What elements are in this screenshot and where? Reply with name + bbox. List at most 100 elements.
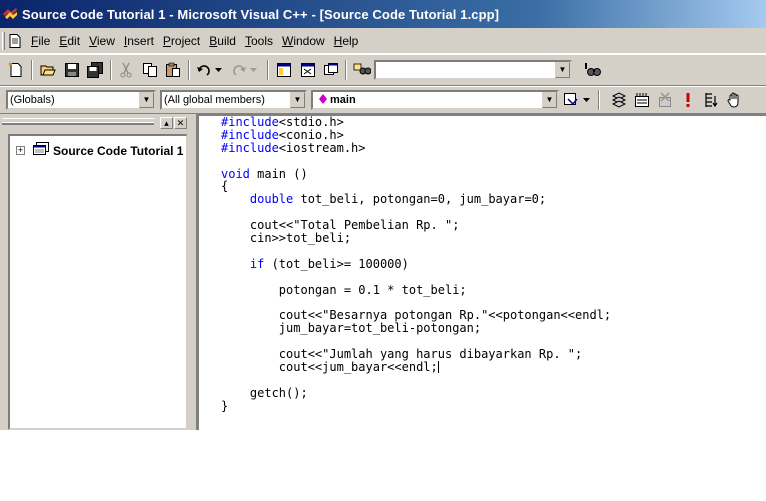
code-line[interactable]: getch();	[221, 385, 611, 400]
workspace-restore-button[interactable]: ▴	[160, 117, 173, 129]
code-keyword: if	[249, 256, 265, 271]
class-scope-value: (Globals)	[10, 94, 55, 106]
menu-tools[interactable]: Tools	[241, 32, 277, 50]
blank-area	[0, 430, 766, 501]
toolbar-separator	[598, 90, 600, 110]
class-scope-combo[interactable]: (Globals) ▼	[6, 90, 156, 110]
menu-help-label: elp	[342, 33, 359, 48]
expand-icon[interactable]: +	[16, 146, 25, 155]
workspace-panel: ▴ ✕ + Source Code Tutorial 1	[0, 114, 197, 430]
find-combo-arrow[interactable]: ▼	[555, 62, 570, 78]
code-line[interactable]: cin>>tot_beli;	[221, 232, 611, 245]
menu-project-label: roject	[170, 33, 201, 48]
workspace-tree[interactable]: + Source Code Tutorial 1	[8, 134, 188, 430]
toolbar-separator	[345, 60, 347, 80]
hand-breakpoint-icon[interactable]	[724, 90, 744, 110]
find-in-files-icon[interactable]	[352, 60, 372, 80]
function-arrow[interactable]: ▼	[542, 92, 557, 108]
code-keyword: void	[221, 166, 250, 181]
code-line[interactable]: }	[221, 399, 611, 413]
members-arrow[interactable]: ▼	[290, 92, 305, 108]
redo-icon[interactable]	[229, 60, 249, 80]
code-text-segment: getch();	[249, 385, 308, 400]
members-value: (All global members)	[164, 94, 265, 106]
execute-icon[interactable]	[678, 90, 698, 110]
go-debug-icon[interactable]	[701, 90, 721, 110]
menu-view[interactable]: View	[85, 32, 119, 50]
code-line[interactable]: potongan = 0.1 * tot_beli;	[221, 283, 611, 297]
code-text-segment: <conio.h>	[278, 127, 344, 142]
save-all-icon[interactable]	[85, 60, 105, 80]
pane-splitter[interactable]	[187, 114, 197, 430]
code-text-segment: (tot_beli>= 100000)	[264, 256, 409, 271]
output-window-icon[interactable]	[298, 60, 318, 80]
code-text-segment: cin>>tot_beli;	[249, 231, 352, 246]
function-value: main	[330, 94, 356, 106]
menu-bar: File Edit View Insert Project Build Tool…	[0, 28, 766, 54]
copy-icon[interactable]	[140, 60, 160, 80]
window-list-icon[interactable]	[321, 60, 341, 80]
build-icon[interactable]	[632, 90, 652, 110]
members-combo[interactable]: (All global members) ▼	[160, 90, 307, 110]
title-bar[interactable]: Source Code Tutorial 1 - Microsoft Visua…	[0, 0, 766, 28]
undo-icon[interactable]	[194, 60, 214, 80]
code-keyword: #include	[221, 140, 279, 155]
wizard-action-dropdown-icon[interactable]	[580, 90, 592, 110]
find-combo[interactable]: ▼	[374, 60, 572, 80]
code-line[interactable]: double tot_beli, potongan=0, jum_bayar=0…	[221, 193, 611, 206]
code-text[interactable]: #include<stdio.h> #include<conio.h> #inclu…	[221, 116, 611, 412]
code-text-segment: {	[221, 179, 229, 194]
menu-edit[interactable]: Edit	[55, 32, 84, 50]
code-line[interactable]: if (tot_beli>= 100000)	[221, 256, 611, 271]
function-combo[interactable]: main ▼	[311, 90, 559, 110]
undo-dropdown-icon[interactable]	[213, 60, 223, 80]
wizardbar-toolbar: (Globals) ▼ (All global members) ▼ main …	[0, 86, 766, 114]
code-keyword: #include	[221, 127, 279, 142]
cut-icon[interactable]	[116, 60, 136, 80]
document-icon[interactable]	[9, 33, 21, 48]
menu-grip[interactable]	[2, 31, 5, 50]
find-binoculars-icon[interactable]	[583, 60, 603, 80]
open-folder-icon[interactable]	[38, 60, 58, 80]
code-text-segment: cout<<"Besarnya potongan Rp."<<potongan<…	[278, 308, 612, 323]
new-text-file-icon[interactable]	[6, 60, 26, 80]
code-line[interactable]: jum_bayar=tot_beli-potongan;	[221, 322, 611, 335]
tree-item-workspace[interactable]: + Source Code Tutorial 1	[16, 142, 183, 159]
menu-help[interactable]: Help	[330, 32, 363, 50]
menu-build[interactable]: Build	[205, 32, 240, 50]
code-text-segment: <iostream.h>	[278, 140, 366, 155]
menu-window-accel: W	[281, 33, 294, 48]
code-text-segment: tot_beli, potongan=0, jum_bayar=0;	[293, 192, 547, 207]
menu-tools-label: ools	[250, 33, 273, 48]
menu-project-accel: P	[162, 33, 171, 48]
menu-window[interactable]: Window	[278, 32, 329, 50]
standard-toolbar: ▼	[0, 54, 766, 86]
workspace-icon	[33, 142, 49, 159]
code-editor[interactable]: #include<stdio.h> #include<conio.h> #inclu…	[197, 114, 766, 430]
save-icon[interactable]	[62, 60, 82, 80]
workspace-close-button[interactable]: ✕	[174, 117, 187, 129]
paste-icon[interactable]	[163, 60, 183, 80]
menu-project[interactable]: Project	[159, 32, 204, 50]
menu-insert[interactable]: Insert	[120, 32, 158, 50]
wizard-action-icon[interactable]	[561, 90, 581, 110]
code-line[interactable]: void main ()	[221, 166, 611, 181]
menu-view-label: iew	[96, 33, 115, 48]
redo-dropdown-icon[interactable]	[248, 60, 258, 80]
code-text-segment: jum_bayar=tot_beli-potongan;	[278, 321, 482, 336]
code-line[interactable]: cout<<jum_bayar<<endl;	[221, 360, 611, 374]
code-line[interactable]: #include<iostream.h>	[221, 140, 611, 155]
stop-build-icon[interactable]	[655, 90, 675, 110]
code-text-segment: <stdio.h>	[278, 115, 344, 129]
code-keyword: #include	[221, 115, 279, 129]
menu-file[interactable]: File	[27, 32, 54, 50]
compile-icon[interactable]	[609, 90, 629, 110]
workspace-grip-2[interactable]	[2, 122, 154, 125]
menu-insert-label: nsert	[127, 33, 154, 48]
class-scope-arrow[interactable]: ▼	[139, 92, 154, 108]
workspace-window-icon[interactable]	[274, 60, 294, 80]
menu-file-label: ile	[38, 33, 51, 48]
vc-app-icon	[2, 7, 18, 21]
toolbar-separator	[267, 60, 269, 80]
code-keyword: double	[249, 192, 294, 207]
